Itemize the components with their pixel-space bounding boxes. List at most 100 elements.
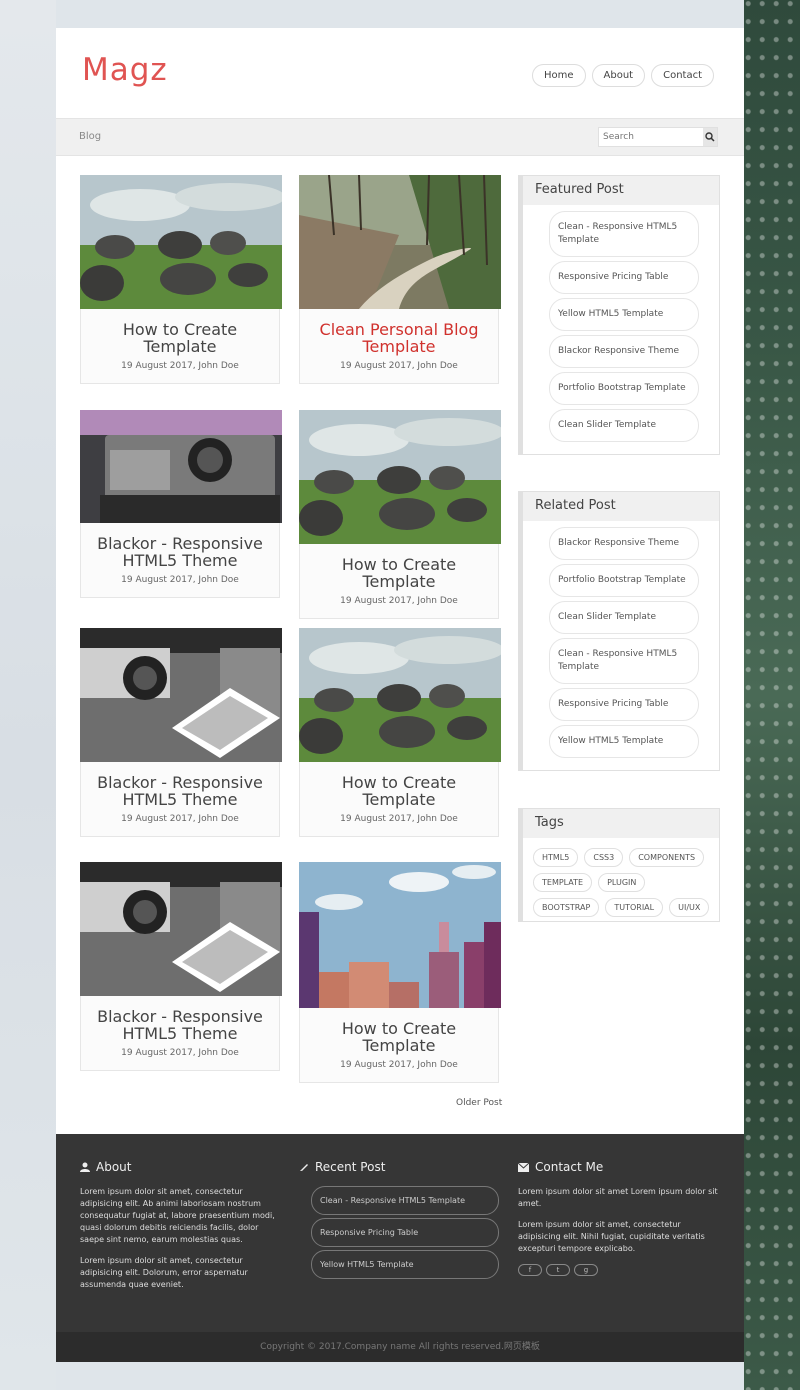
widget-title: Tags: [523, 809, 719, 838]
featured-post-item[interactable]: Portfolio Bootstrap Template: [549, 372, 699, 405]
recent-post-item[interactable]: Responsive Pricing Table: [311, 1218, 499, 1247]
post-title[interactable]: How to Create Template: [81, 309, 279, 355]
post-card[interactable]: Blackor - Responsive HTML5 Theme 19 Augu…: [80, 628, 282, 837]
post-meta: 19 August 2017, John Doe: [121, 361, 239, 371]
widget-title: Related Post: [523, 492, 719, 521]
copyright: Copyright © 2017.Company name All rights…: [56, 1332, 744, 1362]
post-title[interactable]: Blackor - Responsive HTML5 Theme: [81, 762, 279, 808]
post-card[interactable]: How to Create Template 19 August 2017, J…: [80, 175, 282, 384]
tags-widget: Tags HTML5 CSS3 COMPONENTS TEMPLATE PLUG…: [518, 808, 720, 922]
top-nav: Home About Contact: [531, 64, 714, 87]
header: Magz Home About Contact: [56, 28, 744, 118]
footer-about-title: About: [96, 1160, 132, 1174]
footer-about-text: Lorem ipsum dolor sit amet, consectetur …: [80, 1187, 275, 1244]
nav-contact[interactable]: Contact: [651, 64, 714, 87]
post-title[interactable]: Blackor - Responsive HTML5 Theme: [81, 523, 279, 569]
page-wrapper: Magz Home About Contact Blog Search How …: [56, 28, 744, 1362]
footer: About Lorem ipsum dolor sit amet, consec…: [56, 1134, 744, 1332]
tag[interactable]: COMPONENTS: [629, 848, 705, 867]
footer-recent: Recent Post Clean - Responsive HTML5 Tem…: [299, 1160, 499, 1282]
post-meta: 19 August 2017, John Doe: [340, 361, 458, 371]
footer-contact-text: Lorem ipsum dolor sit amet Lorem ipsum d…: [518, 1187, 718, 1208]
featured-post-item[interactable]: Clean - Responsive HTML5 Template: [549, 211, 699, 257]
related-post-item[interactable]: Clean Slider Template: [549, 601, 699, 634]
post-card[interactable]: Blackor - Responsive HTML5 Theme 19 Augu…: [80, 862, 282, 1071]
post-title[interactable]: Blackor - Responsive HTML5 Theme: [81, 996, 279, 1042]
recent-post-item[interactable]: Clean - Responsive HTML5 Template: [311, 1186, 499, 1215]
related-post-item[interactable]: Blackor Responsive Theme: [549, 527, 699, 560]
post-image-camera-photo[interactable]: [80, 628, 282, 762]
featured-post-item[interactable]: Clean Slider Template: [549, 409, 699, 442]
post-image-rocks[interactable]: [80, 175, 282, 309]
footer-about-text: Lorem ipsum dolor sit amet, consectetur …: [80, 1256, 248, 1289]
footer-contact: Contact Me Lorem ipsum dolor sit amet Lo…: [518, 1160, 718, 1276]
post-card[interactable]: Blackor - Responsive HTML5 Theme 19 Augu…: [80, 410, 282, 598]
footer-about: About Lorem ipsum dolor sit amet, consec…: [80, 1160, 280, 1300]
search-icon: [705, 132, 715, 142]
post-image-camera[interactable]: [80, 410, 282, 523]
featured-post-item[interactable]: Blackor Responsive Theme: [549, 335, 699, 368]
tag[interactable]: HTML5: [533, 848, 579, 867]
post-image-rocks[interactable]: [299, 410, 501, 544]
footer-contact-text: Lorem ipsum dolor sit amet, consectetur …: [518, 1220, 705, 1253]
search-box: [598, 127, 718, 147]
site-logo[interactable]: Magz: [82, 52, 168, 88]
post-title[interactable]: How to Create Template: [300, 1008, 498, 1054]
post-image-camera-photo[interactable]: [80, 862, 282, 996]
post-meta: 19 August 2017, John Doe: [121, 1048, 239, 1058]
social-links: f t g: [518, 1264, 718, 1276]
background-left: [0, 0, 56, 1390]
facebook-icon[interactable]: f: [518, 1264, 542, 1276]
footer-heading: Contact Me: [518, 1160, 718, 1174]
envelope-icon: [518, 1162, 529, 1172]
search-input[interactable]: [599, 128, 703, 146]
related-post-item[interactable]: Yellow HTML5 Template: [549, 725, 699, 758]
older-post-link[interactable]: Older Post: [456, 1098, 502, 1108]
sub-bar: Blog: [56, 118, 744, 156]
breadcrumb[interactable]: Blog: [79, 131, 101, 142]
footer-contact-title: Contact Me: [535, 1160, 604, 1174]
twitter-icon[interactable]: t: [546, 1264, 570, 1276]
pencil-icon: [300, 1164, 308, 1171]
post-card[interactable]: Clean Personal Blog Template 19 August 2…: [299, 175, 501, 384]
tag[interactable]: TUTORIAL: [605, 898, 664, 917]
tag[interactable]: CSS3: [584, 848, 624, 867]
featured-post-item[interactable]: Responsive Pricing Table: [549, 261, 699, 294]
google-plus-icon[interactable]: g: [574, 1264, 598, 1276]
post-title[interactable]: How to Create Template: [300, 762, 498, 808]
footer-heading: About: [80, 1160, 280, 1174]
related-post-item[interactable]: Responsive Pricing Table: [549, 688, 699, 721]
post-title[interactable]: How to Create Template: [300, 544, 498, 590]
post-card[interactable]: How to Create Template 19 August 2017, J…: [299, 862, 501, 1083]
search-button[interactable]: [703, 128, 717, 146]
footer-recent-title: Recent Post: [315, 1160, 386, 1174]
tag[interactable]: BOOTSTRAP: [533, 898, 600, 917]
footer-heading: Recent Post: [299, 1160, 499, 1174]
related-post-item[interactable]: Portfolio Bootstrap Template: [549, 564, 699, 597]
tag-list: HTML5 CSS3 COMPONENTS TEMPLATE PLUGIN BO…: [523, 838, 719, 921]
post-image-rocks[interactable]: [299, 628, 501, 762]
nav-home[interactable]: Home: [531, 64, 586, 87]
nav-about[interactable]: About: [591, 64, 646, 87]
related-post-widget: Related Post Blackor Responsive Theme Po…: [518, 491, 720, 771]
post-meta: 19 August 2017, John Doe: [340, 814, 458, 824]
featured-post-item[interactable]: Yellow HTML5 Template: [549, 298, 699, 331]
post-card[interactable]: How to Create Template 19 August 2017, J…: [299, 410, 501, 619]
background-right: [744, 0, 800, 1390]
tag[interactable]: PLUGIN: [598, 873, 646, 892]
related-post-item[interactable]: Clean - Responsive HTML5 Template: [549, 638, 699, 684]
user-icon: [80, 1162, 90, 1172]
tag[interactable]: TEMPLATE: [533, 873, 593, 892]
post-title[interactable]: Clean Personal Blog Template: [300, 309, 498, 355]
post-meta: 19 August 2017, John Doe: [340, 596, 458, 606]
post-image-forest-road[interactable]: [299, 175, 501, 309]
featured-post-widget: Featured Post Clean - Responsive HTML5 T…: [518, 175, 720, 455]
post-image-city[interactable]: [299, 862, 501, 1008]
post-meta: 19 August 2017, John Doe: [340, 1060, 458, 1070]
post-card[interactable]: How to Create Template 19 August 2017, J…: [299, 628, 501, 837]
post-meta: 19 August 2017, John Doe: [121, 814, 239, 824]
tag[interactable]: UI/UX: [669, 898, 710, 917]
recent-post-item[interactable]: Yellow HTML5 Template: [311, 1250, 499, 1279]
post-meta: 19 August 2017, John Doe: [121, 575, 239, 585]
widget-title: Featured Post: [523, 176, 719, 205]
